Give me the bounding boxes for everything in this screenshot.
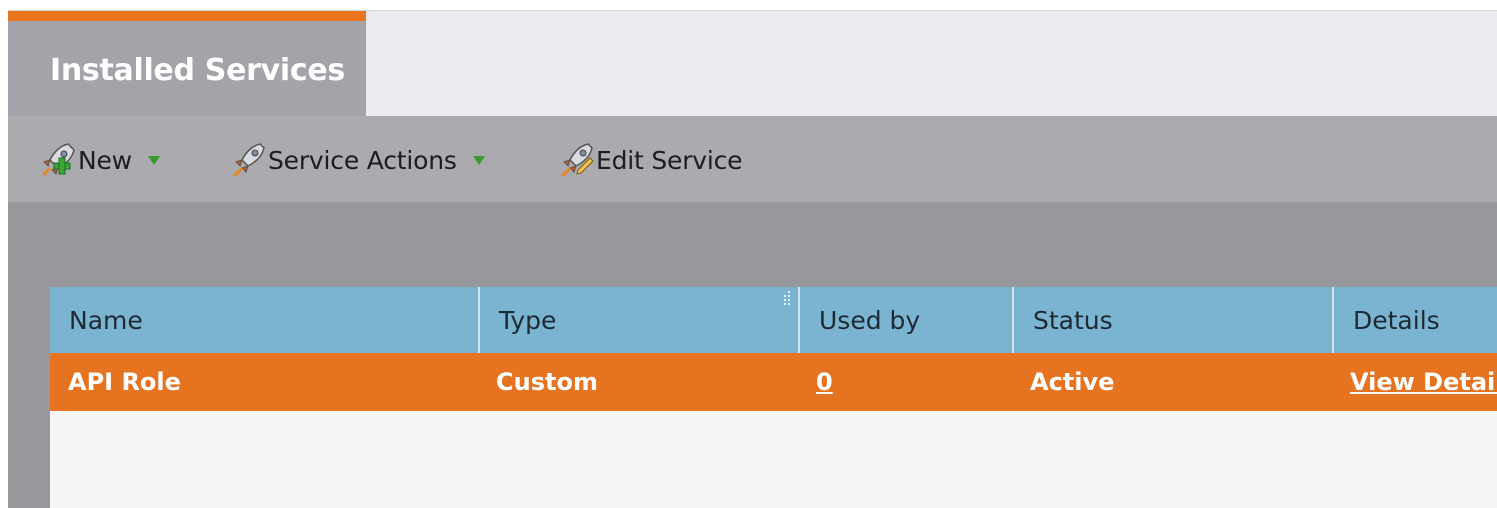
rocket-add-icon — [38, 140, 78, 180]
new-button[interactable]: New — [38, 140, 160, 180]
column-header-details[interactable]: Details — [1332, 287, 1497, 353]
dropdown-caret-icon[interactable] — [472, 155, 485, 165]
rocket-icon — [228, 140, 268, 180]
new-label: New — [78, 145, 132, 175]
resize-grip-icon[interactable] — [782, 291, 792, 309]
tab-label: Installed Services — [50, 53, 345, 88]
rocket-edit-icon — [556, 140, 596, 180]
services-grid: Name Type Used by Status Details API Rol… — [50, 287, 1497, 508]
tab-installed-services[interactable]: Installed Services — [8, 11, 366, 117]
installed-services-panel: Installed Services New Service Actions E… — [8, 10, 1497, 508]
row-name: API Role — [68, 368, 181, 396]
column-header-status[interactable]: Status — [1012, 287, 1332, 353]
grid-header: Name Type Used by Status Details — [50, 287, 1497, 353]
service-actions-button[interactable]: Service Actions — [228, 140, 485, 180]
tab-bar: Installed Services — [8, 10, 1497, 117]
edit-service-button[interactable]: Edit Service — [556, 140, 743, 180]
column-header-name[interactable]: Name — [50, 287, 478, 353]
row-status: Active — [1030, 368, 1115, 396]
table-row[interactable]: API Role Custom 0 Active View Details — [50, 353, 1497, 411]
toolbar: New Service Actions Edit Service — [8, 116, 1497, 203]
used-by-link[interactable]: 0 — [816, 353, 833, 411]
column-header-used-by[interactable]: Used by — [798, 287, 1012, 353]
edit-service-label: Edit Service — [596, 145, 743, 175]
row-type: Custom — [496, 368, 598, 396]
service-actions-label: Service Actions — [268, 145, 457, 175]
column-header-type[interactable]: Type — [478, 287, 798, 353]
view-details-link[interactable]: View Details — [1350, 353, 1497, 411]
dropdown-caret-icon[interactable] — [147, 155, 160, 165]
